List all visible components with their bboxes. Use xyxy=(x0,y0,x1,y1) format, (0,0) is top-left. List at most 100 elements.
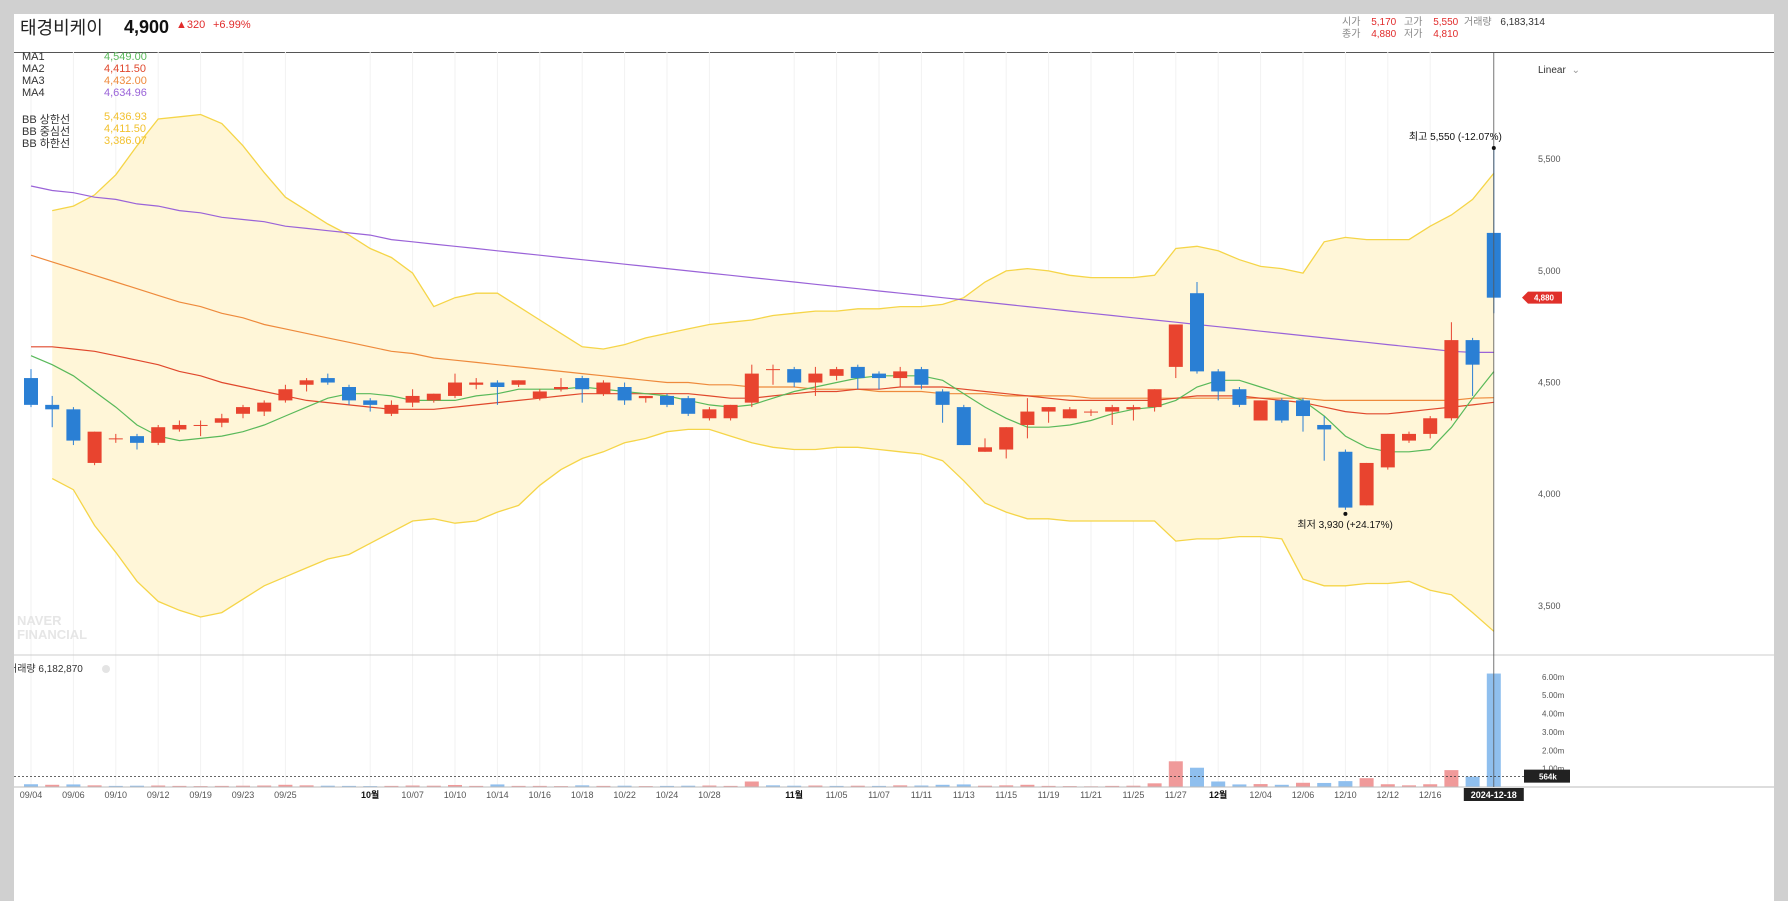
candle[interactable] xyxy=(1020,411,1035,425)
candle[interactable] xyxy=(151,427,166,443)
candle[interactable] xyxy=(956,407,971,446)
candle[interactable] xyxy=(1359,462,1374,506)
candle[interactable] xyxy=(872,373,886,379)
candle[interactable] xyxy=(1444,340,1459,419)
candle[interactable] xyxy=(24,378,38,405)
ohlc-volume: 거래량 6,183,314 xyxy=(1464,14,1545,28)
bb-legend-row[interactable]: BB 하한선 3,386.07 xyxy=(22,135,150,150)
price-change-percent: +6.99% xyxy=(213,19,251,31)
candle[interactable] xyxy=(426,393,441,401)
x-axis-label: 11/25 xyxy=(1122,790,1144,800)
volume-bar[interactable] xyxy=(1317,782,1332,787)
candle[interactable] xyxy=(914,369,929,385)
volume-bar[interactable] xyxy=(1147,783,1162,787)
candle[interactable] xyxy=(1402,433,1416,441)
candle[interactable] xyxy=(130,436,144,443)
candle[interactable] xyxy=(808,373,823,383)
candle[interactable] xyxy=(1168,324,1183,367)
candle[interactable] xyxy=(1423,418,1438,434)
candle[interactable] xyxy=(193,424,208,426)
candle[interactable] xyxy=(617,387,632,401)
ma-legend-label: MA4 xyxy=(22,87,45,99)
candle[interactable] xyxy=(575,378,590,390)
volume-bar[interactable] xyxy=(1296,782,1310,787)
price-chart[interactable]: 5,500 5,000 4,500 4,000 3,500 6.00m 5.00m 4.00m… xyxy=(14,52,1774,901)
candle[interactable] xyxy=(723,404,738,419)
candle[interactable] xyxy=(596,382,611,394)
candle[interactable] xyxy=(1296,400,1310,417)
candle[interactable] xyxy=(405,395,420,403)
candle[interactable] xyxy=(1211,371,1226,392)
x-axis-label: 11/05 xyxy=(826,790,848,800)
candle[interactable] xyxy=(299,380,314,385)
x-axis-label: 12/12 xyxy=(1377,790,1400,800)
candle[interactable] xyxy=(1380,433,1395,468)
candle[interactable] xyxy=(1317,424,1332,430)
candle[interactable] xyxy=(787,369,802,383)
candle[interactable] xyxy=(660,395,674,405)
candle[interactable] xyxy=(384,404,399,414)
candle[interactable] xyxy=(1084,411,1098,413)
candle[interactable] xyxy=(236,407,250,414)
candle[interactable] xyxy=(1062,409,1077,419)
candle[interactable] xyxy=(1232,389,1247,405)
candle[interactable] xyxy=(87,431,102,463)
low-label: 저가 xyxy=(1404,29,1423,40)
candle[interactable] xyxy=(214,418,229,423)
candle[interactable] xyxy=(893,371,908,379)
candle[interactable] xyxy=(638,395,653,399)
volume-bar[interactable] xyxy=(1168,761,1183,787)
low-marker-dot xyxy=(1343,511,1348,516)
ma-legend-row[interactable]: MA4 4,634.96 xyxy=(22,87,150,100)
volume-bar[interactable] xyxy=(1359,778,1374,787)
candle[interactable] xyxy=(320,378,335,383)
volume-bar[interactable] xyxy=(1338,781,1353,787)
candle[interactable] xyxy=(469,382,484,385)
ma-legend-value: 4,634.96 xyxy=(104,87,147,99)
candle[interactable] xyxy=(278,389,293,401)
candle[interactable] xyxy=(1190,293,1204,372)
candle[interactable] xyxy=(766,369,780,371)
candle[interactable] xyxy=(532,391,547,399)
close-value: 4,880 xyxy=(1371,29,1397,40)
high-marker-label: 최고 5,550 (-12.07%) xyxy=(1409,131,1502,143)
candle[interactable] xyxy=(257,402,272,412)
candle[interactable] xyxy=(1041,407,1056,412)
volume-bar[interactable] xyxy=(744,781,759,787)
volume-axis-label: 2.00m xyxy=(1542,746,1565,755)
candle[interactable] xyxy=(1147,389,1162,408)
candle[interactable] xyxy=(172,424,187,430)
candle[interactable] xyxy=(342,387,356,401)
candle[interactable] xyxy=(1105,407,1120,412)
candle[interactable] xyxy=(45,404,60,410)
volume-bar[interactable] xyxy=(1211,781,1226,787)
candle[interactable] xyxy=(1338,451,1353,508)
scale-mode-toggle[interactable]: Linear ⌄ xyxy=(1538,65,1580,76)
candle[interactable] xyxy=(511,380,526,385)
date-tag: 2024-12-18 xyxy=(1471,790,1517,800)
volume-bar[interactable] xyxy=(1444,770,1459,787)
stock-name[interactable]: 태경비케이 xyxy=(20,14,103,40)
candle[interactable] xyxy=(554,387,568,390)
candle[interactable] xyxy=(702,409,717,419)
candle[interactable] xyxy=(850,366,865,379)
volume-bar[interactable] xyxy=(1190,767,1204,787)
candle[interactable] xyxy=(1274,400,1289,421)
candle[interactable] xyxy=(66,409,81,441)
candle[interactable] xyxy=(490,382,505,387)
candle[interactable] xyxy=(935,391,950,405)
volume-settings-icon[interactable] xyxy=(102,665,110,673)
candle[interactable] xyxy=(1465,340,1480,365)
candle[interactable] xyxy=(1253,400,1268,421)
candle[interactable] xyxy=(448,382,462,396)
candle[interactable] xyxy=(978,447,992,452)
candle[interactable] xyxy=(108,438,123,440)
candle[interactable] xyxy=(829,369,844,376)
candle[interactable] xyxy=(363,400,378,405)
candle[interactable] xyxy=(999,427,1014,450)
candle[interactable] xyxy=(1126,407,1141,410)
candle[interactable] xyxy=(744,373,759,403)
volume-bar[interactable] xyxy=(1465,776,1480,787)
candle[interactable] xyxy=(681,398,696,414)
volume-axis-label: 6.00m xyxy=(1542,673,1565,682)
